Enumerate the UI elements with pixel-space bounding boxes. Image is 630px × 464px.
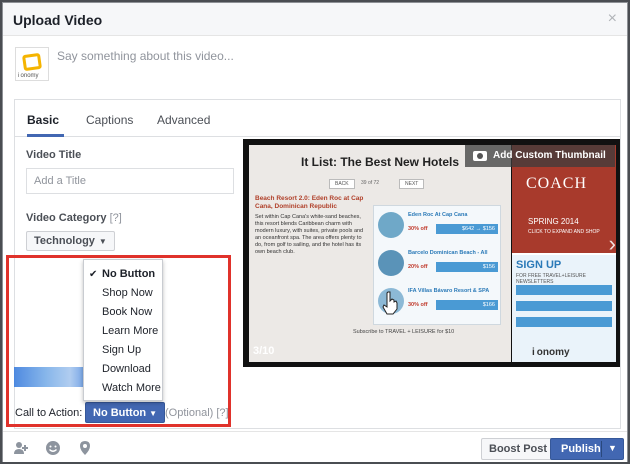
publish-divider <box>601 441 602 457</box>
signup-row <box>516 301 612 311</box>
category-help-link[interactable]: [?] <box>110 212 122 224</box>
thumbnail-ad: COACH SPRING 2014 CLICK TO EXPAND AND SH… <box>512 145 616 362</box>
caret-down-icon: ▼ <box>98 237 107 246</box>
optional-text: (Optional) <box>165 407 214 419</box>
checkmark-icon: ✔ <box>89 269 98 280</box>
redacted-area <box>14 367 94 387</box>
signup-row <box>516 285 612 295</box>
caret-down-icon[interactable]: ▼ <box>608 443 617 453</box>
call-to-action-optional: (Optional) [?] <box>165 407 229 419</box>
deal-price: $166 <box>436 300 498 310</box>
location-pin-icon[interactable] <box>77 440 93 456</box>
tab-captions[interactable]: Captions <box>86 113 133 127</box>
article-page: 39 of 72 <box>361 180 380 186</box>
signup-subheading: FOR FREE TRAVEL+LEISURE NEWSLETTERS <box>516 273 586 285</box>
video-title-input[interactable]: Add a Title <box>26 168 234 194</box>
add-custom-thumbnail-label: Add Custom Thumbnail <box>493 150 606 161</box>
hotel-image <box>378 212 404 238</box>
menu-item-watch-more[interactable]: Watch More <box>84 379 162 398</box>
article-next-button: NEXT <box>399 179 425 189</box>
ad-shop: CLICK TO EXPAND AND SHOP <box>528 229 600 235</box>
tab-bar: Basic Captions Advanced <box>15 100 620 137</box>
video-thumbnail[interactable]: It List: The Best New Hotels BACK 39 of … <box>243 139 620 367</box>
cta-help-link[interactable]: [?] <box>216 407 228 419</box>
signup-row <box>516 317 612 327</box>
signup-heading: SIGN UP <box>516 259 562 271</box>
camera-icon <box>473 151 487 161</box>
next-thumbnail-icon[interactable]: › <box>609 231 616 257</box>
logo-icon <box>21 52 43 72</box>
deal-item: Barcelo Dominican Beach - All 20% off $1… <box>378 248 498 282</box>
thumbnail-counter: 3/10 <box>253 345 275 357</box>
upload-video-dialog: Upload Video × i onomy Say something abo… <box>2 2 628 462</box>
ad-season: SPRING 2014 <box>528 217 579 226</box>
feeling-icon[interactable] <box>45 440 61 456</box>
hotel-image <box>378 250 404 276</box>
avatar-text: i onomy <box>18 73 39 79</box>
status-input[interactable]: Say something about this video... <box>57 49 234 63</box>
add-custom-thumbnail-button[interactable]: Add Custom Thumbnail <box>465 145 615 167</box>
video-category-label: Video Category [?] <box>26 212 122 224</box>
caret-down-icon: ▼ <box>149 409 158 418</box>
menu-item-shop-now[interactable]: Shop Now <box>84 284 162 303</box>
subscribe-text: Subscribe to TRAVEL + LEISURE for $10 <box>353 329 455 335</box>
deal-name: Eden Roc At Cap Cana <box>408 212 468 218</box>
dialog-footer: Boost Post Publish ▼ <box>3 431 627 462</box>
deal-discount: 30% off <box>408 302 428 308</box>
boost-post-button[interactable]: Boost Post <box>481 438 556 460</box>
thumbnail-article: It List: The Best New Hotels BACK 39 of … <box>249 145 511 362</box>
page-avatar: i onomy <box>15 47 49 81</box>
call-to-action-dropdown[interactable]: No Button ▼ <box>85 402 166 423</box>
video-title-label: Video Title <box>26 149 82 161</box>
active-tab-indicator <box>27 134 64 137</box>
deal-discount: 20% off <box>408 264 428 270</box>
article-back-button: BACK <box>329 179 355 189</box>
dialog-titlebar: Upload Video × <box>3 3 627 36</box>
deal-discount: 30% off <box>408 226 428 232</box>
deal-name: Barcelo Dominican Beach - All <box>408 250 488 256</box>
menu-item-sign-up[interactable]: Sign Up <box>84 341 162 360</box>
tab-advanced[interactable]: Advanced <box>157 113 210 127</box>
ad-logo: i onomy <box>532 347 570 358</box>
deal-name: IFA Villas Bávaro Resort & SPA <box>408 288 490 294</box>
menu-item-download[interactable]: Download <box>84 360 162 379</box>
deal-item: Eden Roc At Cap Cana 30% off $642 → $156 <box>378 210 498 244</box>
tag-people-icon[interactable] <box>13 440 29 456</box>
publish-button[interactable]: Publish ▼ <box>550 438 624 460</box>
video-category-text: Video Category <box>26 212 107 224</box>
menu-item-book-now[interactable]: Book Now <box>84 303 162 322</box>
call-to-action-value: No Button <box>93 407 147 419</box>
close-icon[interactable]: × <box>608 10 617 28</box>
article-column: Beach Resort 2.0: Eden Roc at Cap Cana, … <box>255 195 365 256</box>
article-body: Set within Cap Cana's white-sand beaches… <box>255 214 364 255</box>
dialog-title: Upload Video <box>13 12 103 28</box>
call-to-action-menu: ✔ No Button Shop Now Book Now Learn More … <box>83 259 163 401</box>
category-value: Technology <box>34 235 95 247</box>
newsletter-signup: SIGN UP FOR FREE TRAVEL+LEISURE NEWSLETT… <box>512 255 616 362</box>
tab-basic[interactable]: Basic <box>27 113 59 127</box>
deal-price: $156 <box>436 262 498 272</box>
menu-item-no-button[interactable]: ✔ No Button <box>84 265 162 284</box>
call-to-action-label: Call to Action: <box>15 407 83 419</box>
menu-item-learn-more[interactable]: Learn More <box>84 322 162 341</box>
ad-brand: COACH <box>526 175 588 192</box>
hand-cursor-icon <box>382 291 398 315</box>
deal-price: $642 → $156 <box>436 224 498 234</box>
category-dropdown[interactable]: Technology ▼ <box>26 231 115 251</box>
publish-label: Publish <box>561 443 601 455</box>
menu-item-label: No Button <box>102 268 156 280</box>
article-heading: Beach Resort 2.0: Eden Roc at Cap Cana, … <box>255 195 364 210</box>
